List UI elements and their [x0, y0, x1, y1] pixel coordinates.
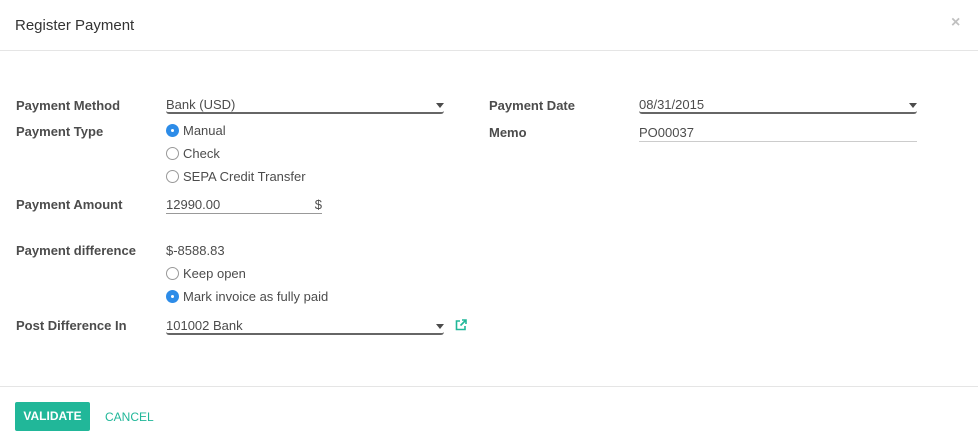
payment-date-label: Payment Date — [489, 98, 575, 113]
caret-down-icon — [436, 103, 444, 108]
payment-amount-value: 12990.00 — [166, 197, 221, 212]
radio-label: Keep open — [183, 266, 246, 281]
dialog-header: Register Payment × — [0, 0, 978, 51]
post-difference-label: Post Difference In — [16, 318, 127, 333]
currency-symbol: $ — [314, 197, 322, 212]
payment-amount-input[interactable]: 12990.00 $ — [166, 197, 322, 214]
caret-down-icon — [436, 324, 444, 329]
radio-unchecked-icon — [166, 267, 179, 280]
payment-difference-value: $-8588.83 — [166, 243, 225, 258]
radio-checked-icon — [166, 290, 179, 303]
payment-difference-label: Payment difference — [16, 243, 136, 258]
payment-date-value: 08/31/2015 — [639, 97, 705, 112]
payment-type-label: Payment Type — [16, 124, 104, 139]
radio-checked-icon — [166, 124, 179, 137]
payment-method-label: Payment Method — [16, 98, 121, 113]
payment-date-input[interactable]: 08/31/2015 — [639, 97, 917, 114]
radio-label: Mark invoice as fully paid — [183, 289, 329, 304]
dialog-title: Register Payment — [15, 17, 135, 34]
radio-label: Check — [183, 146, 220, 161]
payment-amount-label: Payment Amount — [16, 197, 123, 212]
memo-value: PO00037 — [639, 125, 694, 140]
post-difference-select[interactable]: 101002 Bank — [166, 318, 444, 335]
close-icon[interactable]: × — [951, 14, 960, 32]
cancel-button[interactable]: CANCEL — [105, 410, 154, 424]
payment-method-select[interactable]: Bank (USD) — [166, 97, 444, 114]
radio-label: SEPA Credit Transfer — [183, 169, 306, 184]
radio-unchecked-icon — [166, 147, 179, 160]
external-link-icon[interactable] — [454, 318, 468, 332]
radio-unchecked-icon — [166, 170, 179, 183]
payment-method-value: Bank (USD) — [166, 97, 236, 112]
memo-input[interactable]: PO00037 — [639, 125, 917, 142]
validate-button[interactable]: VALIDATE — [15, 402, 90, 431]
post-difference-value: 101002 Bank — [166, 318, 243, 333]
memo-label: Memo — [489, 125, 527, 140]
caret-down-icon — [909, 103, 917, 108]
radio-label: Manual — [183, 123, 226, 138]
